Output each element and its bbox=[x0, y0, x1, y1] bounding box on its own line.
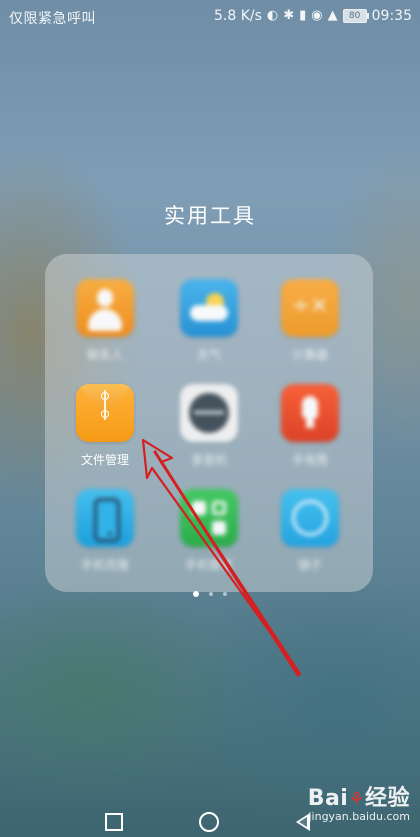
watermark: Bai⚘经验 jingyan.baidu.com bbox=[308, 780, 410, 823]
paw-icon: ⚘ bbox=[348, 789, 365, 810]
home-icon[interactable] bbox=[199, 812, 219, 832]
annotation-arrow bbox=[141, 438, 302, 677]
home-screen: 仅限紧急呼叫 5.8 K/s ◐ ✱ ▮ ◉ ▲ 80 09:35 实用工具 联… bbox=[0, 0, 420, 837]
arrow-shape bbox=[141, 438, 302, 677]
watermark-brand: Bai⚘经验 bbox=[307, 786, 410, 811]
recent-apps-icon[interactable] bbox=[105, 813, 123, 831]
watermark-url: jingyan.baidu.com bbox=[308, 810, 410, 823]
